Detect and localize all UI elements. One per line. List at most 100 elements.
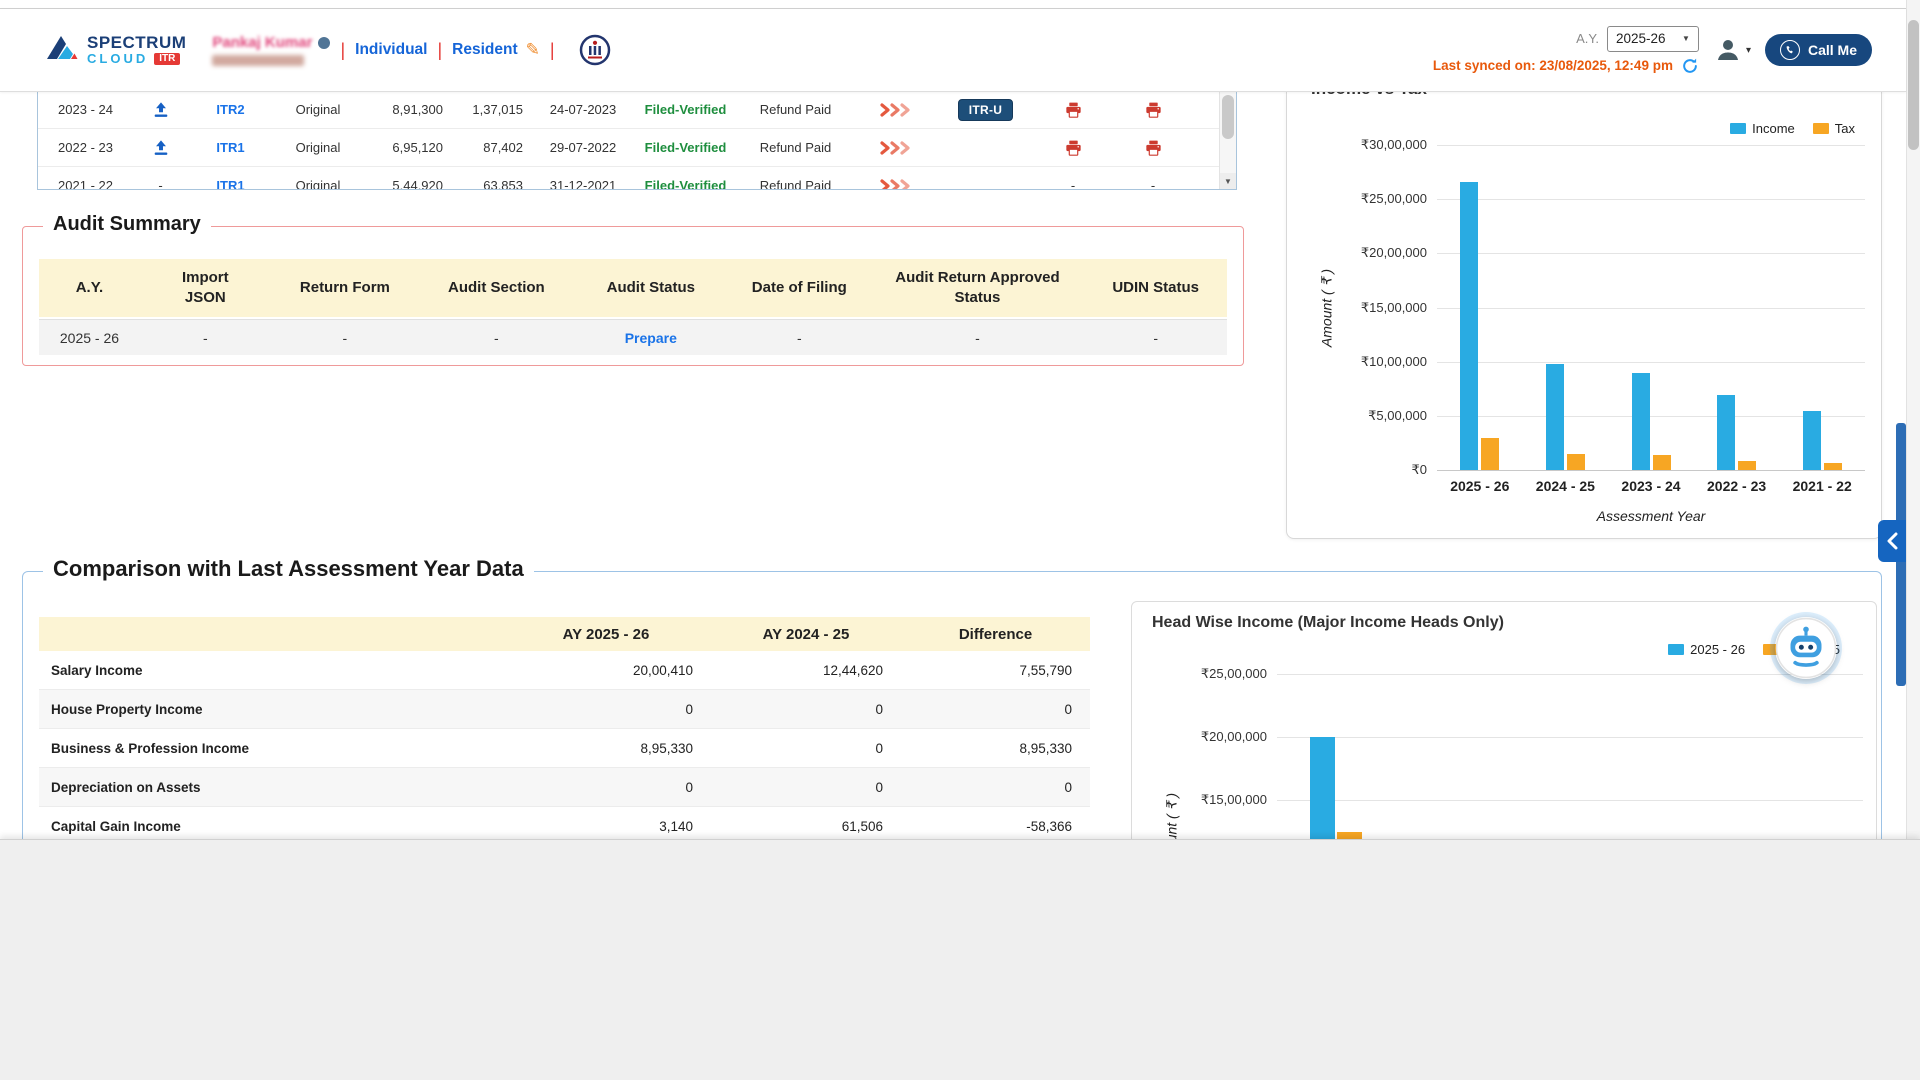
user-info[interactable]: Pankaj Kumar <box>212 34 330 66</box>
audit-summary-table: A.Y. Import JSON Return Form Audit Secti… <box>39 259 1227 355</box>
gridline <box>1437 416 1865 417</box>
user-info-icon <box>318 37 330 49</box>
income-vs-tax-chart: Income vs Tax IncomeTax ₹0₹5,00,000₹10,0… <box>1286 66 1882 539</box>
status-cell: Filed-Verified <box>633 140 738 155</box>
y-tick-label: ₹5,00,000 <box>1287 408 1427 424</box>
itr-form-link[interactable]: ITR1 <box>188 178 273 190</box>
value-cell: 0 <box>711 702 901 717</box>
phone-icon <box>1780 40 1800 60</box>
scroll-down-button[interactable]: ▼ <box>1220 173 1236 189</box>
user-menu[interactable]: ▾ <box>1713 35 1751 65</box>
income-cell: 5,44,920 <box>363 178 453 190</box>
audit-table-row: 2025 - 26 - - - Prepare - - - <box>39 319 1227 355</box>
refresh-icon[interactable] <box>1681 57 1699 75</box>
expand-chevrons-icon[interactable] <box>853 141 938 155</box>
filing-date-cell: 29-07-2022 <box>533 140 633 155</box>
profile-type[interactable]: Individual <box>355 41 427 59</box>
Tax-bar <box>1567 454 1585 470</box>
call-me-label: Call Me <box>1808 42 1857 58</box>
chart-title: Head Wise Income (Major Income Heads Onl… <box>1152 614 1504 632</box>
legend-item: Tax <box>1813 121 1855 136</box>
print-icon[interactable] <box>1033 102 1113 118</box>
legend-item: Income <box>1730 121 1795 136</box>
upload-json-icon[interactable] <box>133 101 188 119</box>
table-row: 2023 - 24 ITR2 Original 8,91,300 1,37,01… <box>38 91 1219 129</box>
value-cell: 0 <box>901 702 1090 717</box>
x-category-label: 2021 - 22 <box>1752 478 1892 494</box>
brand-badge: ITR <box>154 53 180 66</box>
scrollbar-thumb[interactable] <box>1908 20 1919 150</box>
Tax-bar <box>1653 455 1671 470</box>
Income-bar <box>1632 373 1650 470</box>
refund-status-cell: Refund Paid <box>738 140 853 155</box>
value-cell: 8,95,330 <box>501 741 711 756</box>
upload-json-icon[interactable] <box>133 139 188 157</box>
residency-status[interactable]: Resident <box>452 41 517 59</box>
y-tick-label: ₹25,00,000 <box>1287 191 1427 207</box>
value-cell: 12,44,620 <box>711 663 901 678</box>
tax-cell: 87,402 <box>453 140 533 155</box>
returns-rows: 2023 - 24 ITR2 Original 8,91,300 1,37,01… <box>38 91 1219 190</box>
itr-u-badge[interactable]: ITR-U <box>958 99 1014 121</box>
value-cell: 8,95,330 <box>901 741 1090 756</box>
udin-status-cell: - <box>1084 330 1227 346</box>
status-cell: Filed-Verified <box>633 178 738 190</box>
Income-bar <box>1717 395 1735 470</box>
2025 - 26-legend-swatch <box>1668 644 1684 655</box>
user-name: Pankaj Kumar <box>212 34 312 51</box>
print-icon[interactable] <box>1033 140 1113 156</box>
value-cell: 0 <box>501 702 711 717</box>
date-of-filing-cell: - <box>728 330 871 346</box>
status-cell: Filed-Verified <box>633 102 738 117</box>
user-pan-blurred <box>212 55 304 66</box>
tax-cell: 1,37,015 <box>453 102 533 117</box>
prepare-link[interactable]: Prepare <box>574 330 728 346</box>
value-cell: 0 <box>501 780 711 795</box>
itr-form-link[interactable]: ITR2 <box>188 102 273 117</box>
collapse-panel-arrow[interactable] <box>1878 520 1906 562</box>
ay-selected-value: 2025-26 <box>1616 31 1666 46</box>
print-icon[interactable] <box>1113 102 1193 118</box>
call-me-button[interactable]: Call Me <box>1765 34 1872 66</box>
expand-chevrons-icon[interactable] <box>853 179 938 191</box>
x-axis-label: Assessment Year <box>1437 508 1865 524</box>
ay-cell: 2022 - 23 <box>38 140 133 155</box>
gridline <box>1437 253 1865 254</box>
income-cell: 8,91,300 <box>363 102 453 117</box>
income-tax-emblem-icon <box>579 34 611 66</box>
expand-chevrons-icon[interactable] <box>853 103 938 117</box>
ay-cell: 2023 - 24 <box>38 102 133 117</box>
value-cell: 7,55,790 <box>901 663 1090 678</box>
comparison-title: Comparison with Last Assessment Year Dat… <box>43 556 534 582</box>
chatbot-button[interactable] <box>1775 617 1837 679</box>
import-json-cell: - <box>140 330 271 346</box>
brand-sub: CLOUD <box>87 52 148 66</box>
row-label: Depreciation on Assets <box>39 780 501 795</box>
Income-bar <box>1803 411 1821 470</box>
itr-form-link[interactable]: ITR1 <box>188 140 273 155</box>
last-synced-text: Last synced on: 23/08/2025, 12:49 pm <box>1433 58 1673 73</box>
chart-plot-area: ₹0₹5,00,000₹10,00,000₹15,00,000₹20,00,00… <box>1287 67 1881 538</box>
ay-dropdown[interactable]: 2025-26 ▼ <box>1607 26 1699 52</box>
y-tick-label: ₹25,00,000 <box>1132 666 1267 682</box>
print-cell: - <box>1033 178 1113 190</box>
audit-summary-section: Audit Summary A.Y. Import JSON Return Fo… <box>22 226 1244 366</box>
audit-section-cell: - <box>419 330 573 346</box>
column-header: AY 2024 - 25 <box>711 626 901 643</box>
column-header: Audit Return Approved Status <box>871 268 1085 309</box>
avatar-icon <box>1713 35 1743 65</box>
y-tick-label: ₹0 <box>1287 462 1427 478</box>
gridline <box>1277 800 1863 801</box>
brand-logo: SPECTRUM CLOUD ITR <box>43 32 186 68</box>
table-row: Depreciation on Assets 0 0 0 <box>39 768 1090 807</box>
empty-footer-area <box>0 839 1920 1080</box>
brand-name: SPECTRUM <box>87 34 186 52</box>
Tax-bar <box>1481 438 1499 471</box>
Tax-legend-swatch <box>1813 123 1829 134</box>
chevron-down-icon: ▼ <box>1682 34 1690 43</box>
gridline <box>1277 737 1863 738</box>
scrollbar-thumb[interactable] <box>1222 95 1234 139</box>
print-icon[interactable] <box>1113 140 1193 156</box>
edit-icon[interactable]: ✎ <box>526 40 540 60</box>
page-scrollbar[interactable] <box>1906 0 1920 839</box>
